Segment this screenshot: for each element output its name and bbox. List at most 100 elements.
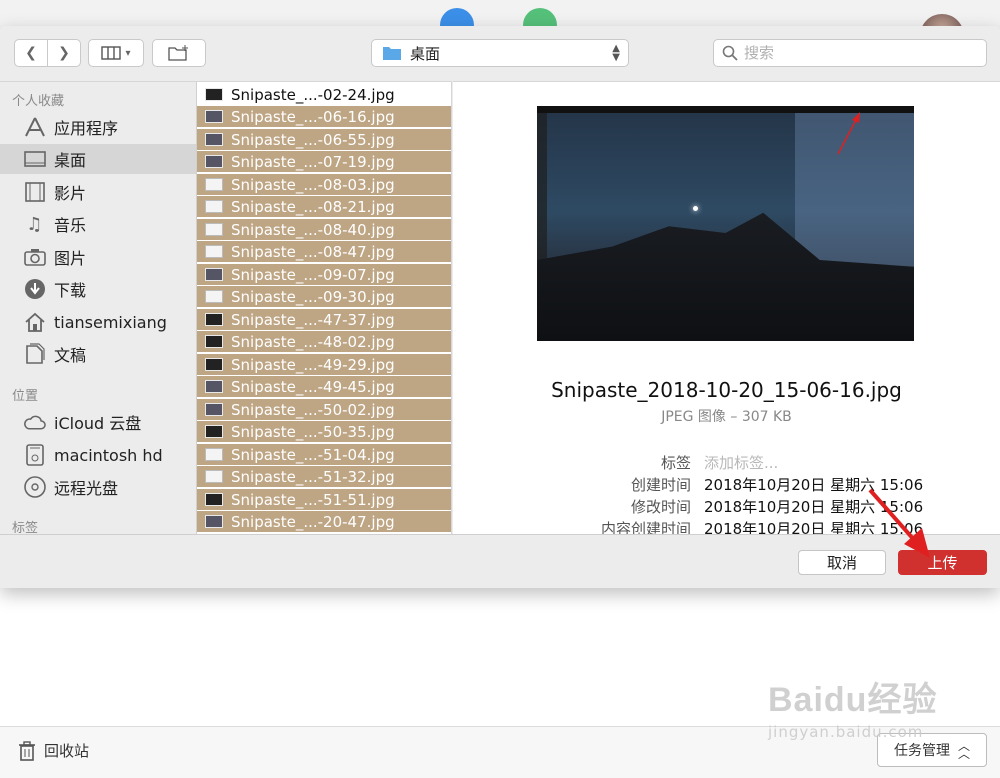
sidebar-item-remote-disc[interactable]: 远程光盘 xyxy=(0,472,196,502)
file-row[interactable]: Snipaste_...-07-19.jpg xyxy=(197,151,451,172)
image-thumbnail-icon xyxy=(205,515,223,528)
sidebar-item-label: tiansemixiang xyxy=(54,312,167,332)
disk-icon xyxy=(23,444,46,466)
file-row[interactable]: Snipaste_...-06-55.jpg xyxy=(197,129,451,150)
sidebar-item-desktop[interactable]: 桌面 xyxy=(0,144,196,174)
file-row[interactable]: Snipaste_...-50-02.jpg xyxy=(197,399,451,420)
favorites-heading: 个人收藏 xyxy=(12,94,65,109)
view-mode-button[interactable]: ▾ xyxy=(88,39,144,67)
image-thumbnail-icon xyxy=(205,110,223,123)
search-icon xyxy=(722,45,738,61)
image-thumbnail-icon xyxy=(205,200,223,213)
forward-button[interactable]: ❯ xyxy=(47,39,81,67)
location-dropdown[interactable]: 桌面 ▲ ▼ xyxy=(371,39,629,67)
folder-icon xyxy=(383,47,401,60)
image-thumbnail-icon xyxy=(205,133,223,146)
annotation-arrow-large xyxy=(868,488,930,558)
documents-icon xyxy=(23,343,46,365)
new-folder-icon xyxy=(168,45,188,61)
sidebar-item-downloads[interactable]: 下载 xyxy=(0,274,196,304)
content-created-label: 内容创建时间 xyxy=(600,520,691,534)
sidebar-item-label: 影片 xyxy=(54,184,87,203)
desktop-icon xyxy=(23,148,46,170)
downloads-icon xyxy=(23,278,46,300)
home-icon xyxy=(23,311,46,333)
movies-icon xyxy=(23,181,46,203)
sidebar-item-label: 远程光盘 xyxy=(54,479,119,498)
preview-file-meta: JPEG 图像 – 307 KB xyxy=(661,409,792,425)
image-thumbnail-icon xyxy=(205,470,223,483)
file-row[interactable]: Snipaste_...-20-47.jpg xyxy=(197,511,451,532)
file-row[interactable]: Snipaste_...-51-04.jpg xyxy=(197,444,451,465)
updown-chevron-icon: ▲ ▼ xyxy=(612,43,620,63)
pictures-icon xyxy=(23,246,46,268)
file-row[interactable]: Snipaste_...-09-30.jpg xyxy=(197,286,451,307)
sidebar-item-macintosh-hd[interactable]: macintosh hd xyxy=(0,440,196,470)
file-row[interactable]: Snipaste_...-49-45.jpg xyxy=(197,376,451,397)
sidebar-item-label: 音乐 xyxy=(54,216,87,235)
image-thumbnail-icon xyxy=(205,268,223,281)
file-list: Snipaste_...-02-24.jpg Snipaste_...-06-1… xyxy=(196,81,452,534)
image-thumbnail-icon xyxy=(205,155,223,168)
sidebar-item-pictures[interactable]: 图片 xyxy=(0,242,196,272)
image-thumbnail-icon xyxy=(205,88,223,101)
file-row[interactable]: Snipaste_...-50-35.jpg xyxy=(197,421,451,442)
file-row[interactable]: Snipaste_...-49-29.jpg xyxy=(197,354,451,375)
image-thumbnail-icon xyxy=(205,245,223,258)
file-row[interactable]: Snipaste_...-48-02.jpg xyxy=(197,331,451,352)
file-row[interactable]: Snipaste_...-02-24.jpg xyxy=(197,84,451,105)
sidebar-item-label: iCloud 云盘 xyxy=(54,414,142,433)
file-row[interactable]: Snipaste_...-47-37.jpg xyxy=(197,309,451,330)
file-row[interactable]: Snipaste_...-51-32.jpg xyxy=(197,466,451,487)
tags-input[interactable]: 添加标签... xyxy=(704,452,778,473)
tags-label: 标签 xyxy=(660,454,691,472)
search-input[interactable] xyxy=(744,44,964,62)
sidebar: 个人收藏 应用程序 桌面 影片 ♫ 音乐 图片 下载 tiansemixiang… xyxy=(0,81,196,534)
baidu-watermark: Baidu经验 jingyan.baidu.com xyxy=(768,681,938,741)
image-thumbnail-icon xyxy=(205,290,223,303)
preview-pane: Snipaste_2018-10-20_15-06-16.jpg JPEG 图像… xyxy=(453,81,1000,534)
back-button[interactable]: ❮ xyxy=(14,39,48,67)
search-box[interactable] xyxy=(713,39,987,67)
sidebar-item-home[interactable]: tiansemixiang xyxy=(0,307,196,337)
chevron-right-icon: ❯ xyxy=(58,45,70,61)
columns-view-icon xyxy=(101,46,122,60)
file-row[interactable]: Snipaste_...-06-16.jpg xyxy=(197,106,451,127)
icloud-icon xyxy=(23,411,46,433)
sidebar-item-label: 应用程序 xyxy=(54,119,119,138)
file-row[interactable]: Snipaste_...-08-40.jpg xyxy=(197,219,451,240)
trash-label: 回收站 xyxy=(44,742,90,760)
new-folder-button[interactable] xyxy=(152,39,206,67)
sidebar-item-documents[interactable]: 文稿 xyxy=(0,339,196,369)
sidebar-item-label: macintosh hd xyxy=(54,445,163,465)
dialog-footer: 取消 上传 xyxy=(0,534,1000,588)
task-manager-label: 任务管理 xyxy=(893,743,950,759)
sidebar-item-label: 下载 xyxy=(54,281,87,300)
image-thumbnail-icon xyxy=(205,223,223,236)
annotation-arrow-small xyxy=(837,112,860,155)
image-thumbnail-icon xyxy=(205,178,223,191)
image-thumbnail-icon xyxy=(205,403,223,416)
file-row[interactable]: Snipaste_...-08-03.jpg xyxy=(197,174,451,195)
sidebar-item-applications[interactable]: 应用程序 xyxy=(0,112,196,142)
tags-heading: 标签 xyxy=(12,521,39,534)
image-thumbnail-icon xyxy=(205,358,223,371)
sidebar-item-icloud[interactable]: iCloud 云盘 xyxy=(0,407,196,437)
modified-label: 修改时间 xyxy=(630,498,691,516)
sidebar-item-label: 文稿 xyxy=(54,346,87,365)
file-row[interactable]: Snipaste_...-09-07.jpg xyxy=(197,264,451,285)
dialog-toolbar: ❮ ❯ ▾ 桌面 ▲ ▼ xyxy=(0,26,1000,81)
sidebar-item-label: 图片 xyxy=(54,249,87,268)
locations-heading: 位置 xyxy=(12,389,39,404)
sidebar-item-movies[interactable]: 影片 xyxy=(0,177,196,207)
file-row[interactable]: Snipaste_...-08-21.jpg xyxy=(197,196,451,217)
trash-link[interactable]: 回收站 xyxy=(18,740,89,761)
chevron-left-icon: ❮ xyxy=(25,45,37,61)
sidebar-item-label: 桌面 xyxy=(54,151,87,170)
image-thumbnail-icon xyxy=(205,448,223,461)
applications-icon xyxy=(23,116,46,138)
file-row[interactable]: Snipaste_...-08-47.jpg xyxy=(197,241,451,262)
sidebar-item-music[interactable]: ♫ 音乐 xyxy=(0,209,196,239)
trash-icon xyxy=(19,740,35,761)
file-row[interactable]: Snipaste_...-51-51.jpg xyxy=(197,489,451,510)
